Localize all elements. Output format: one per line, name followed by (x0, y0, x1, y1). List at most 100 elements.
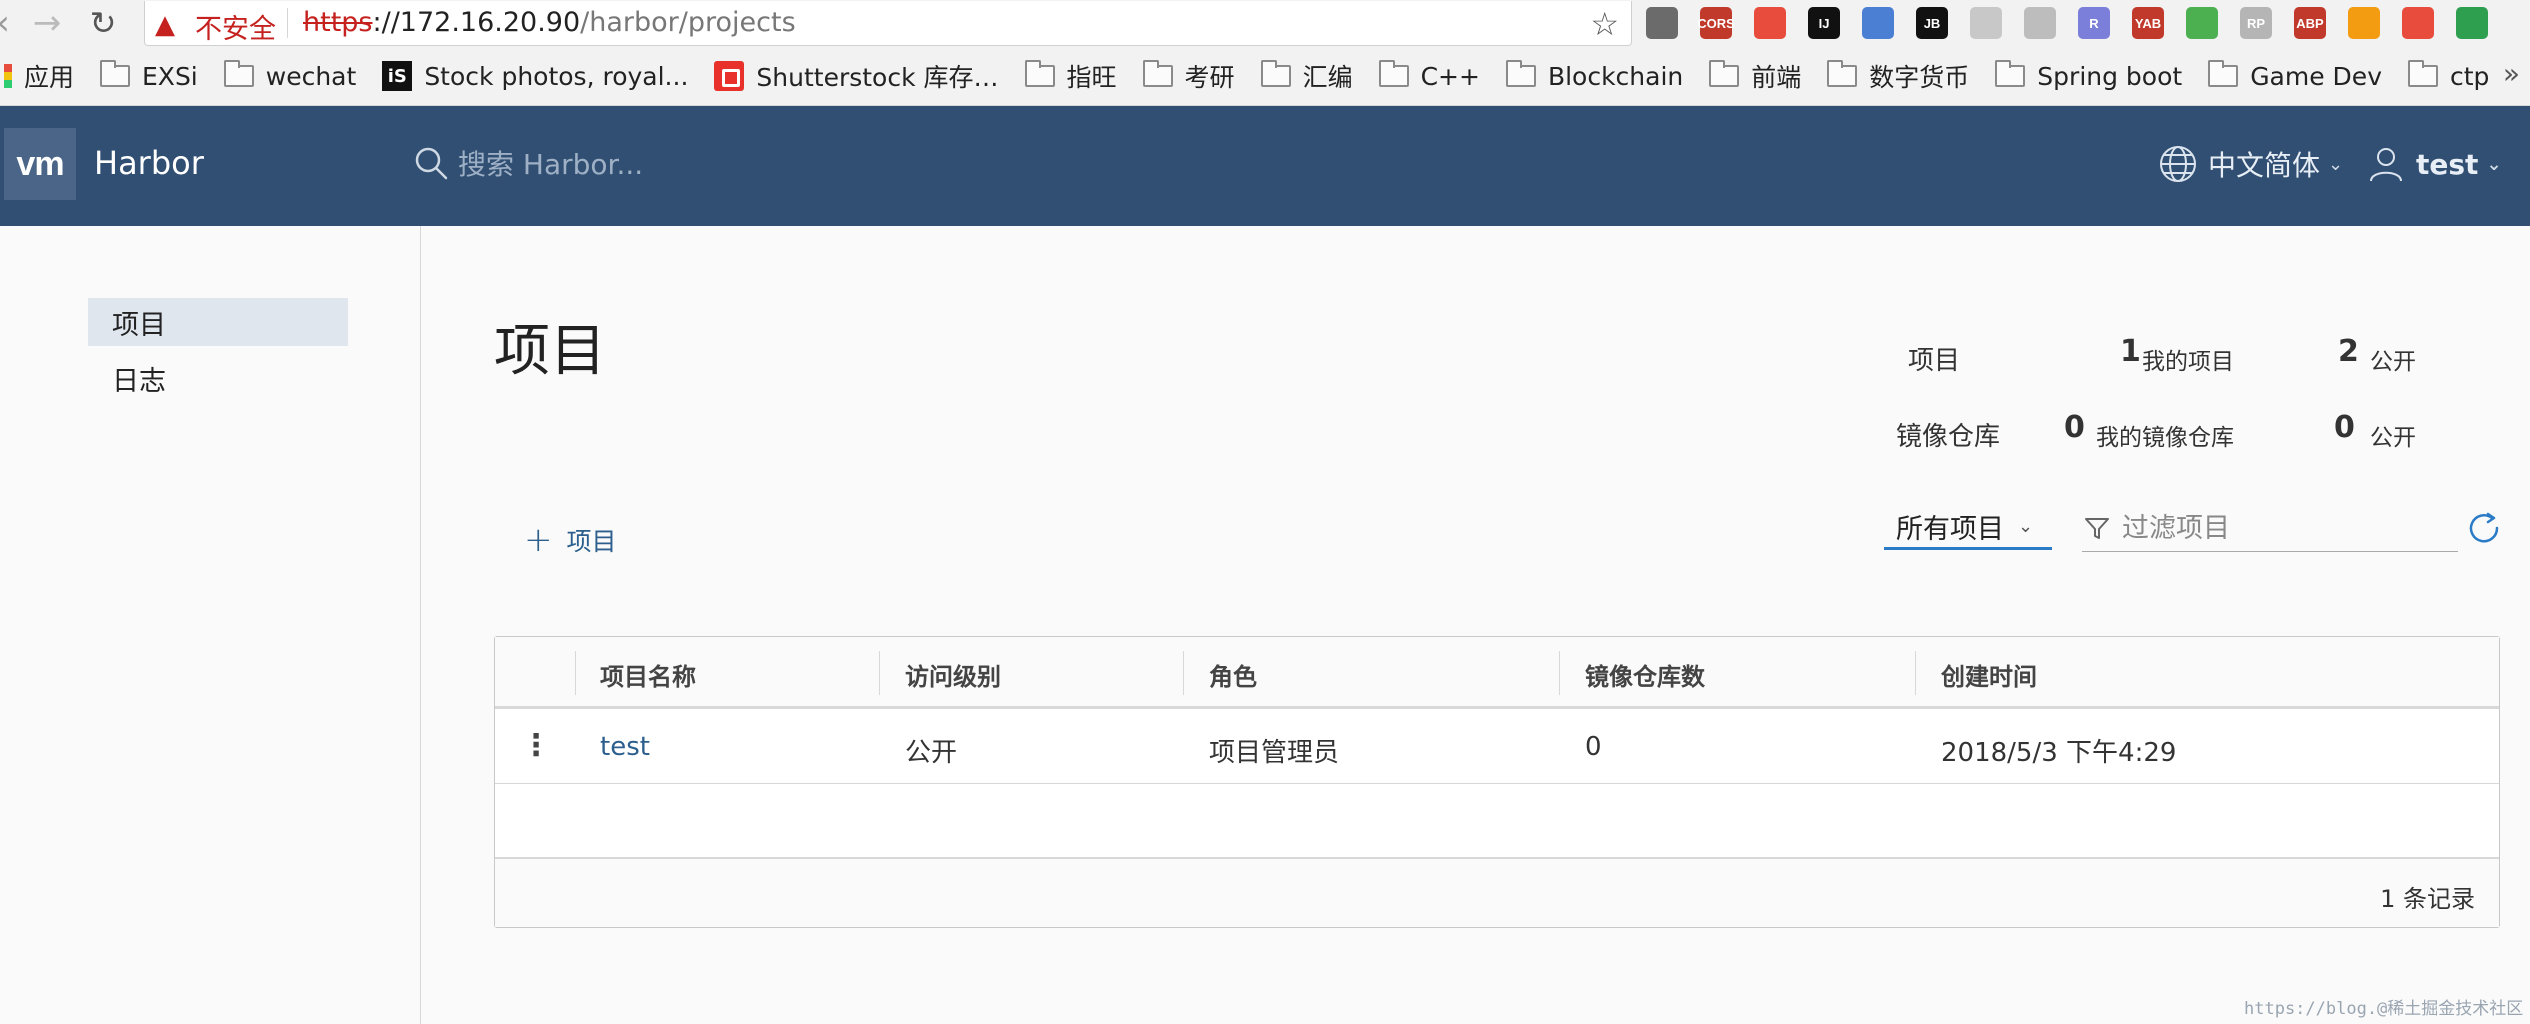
bookmark-blockchain[interactable]: Blockchain (1505, 56, 1684, 96)
bookmarks-list: 应用 EXSi wechat iS Stock photos, royal... Shut… (4, 56, 2515, 96)
bookmark-label: Stock photos, royal... (424, 61, 689, 91)
shield-ext-icon[interactable] (2186, 7, 2218, 39)
bookmark-label: 前端 (1751, 63, 1802, 92)
column-header-access[interactable]: 访问级别 (905, 657, 1001, 692)
warning-icon[interactable]: ▲ (155, 10, 175, 40)
user-icon (2370, 148, 2402, 182)
sidebar-item-label: 日志 (112, 365, 166, 397)
project-filter-input[interactable] (2122, 513, 2442, 544)
bookmark-star-icon[interactable]: ☆ (1590, 5, 1619, 43)
username: test (2416, 147, 2479, 181)
column-divider (1915, 651, 1916, 695)
bookmark-label: 数字货币 (1869, 63, 1970, 92)
folder-icon (1995, 60, 2026, 87)
bookmark-label: C++ (1420, 61, 1480, 91)
sidebar-item-projects[interactable]: 项目 (88, 298, 348, 346)
drop-ext-icon[interactable] (2024, 7, 2056, 39)
folder-icon (1505, 60, 1536, 87)
bookmark-shutterstock[interactable]: Shutterstock 库存… (714, 56, 999, 96)
bookmark-crypto[interactable]: 数字货币 (1827, 56, 1969, 96)
folder-icon (100, 60, 131, 87)
url-text[interactable]: https://172.16.20.90/harbor/projects (303, 7, 796, 38)
sidebar-item-logs[interactable]: 日志 (88, 354, 348, 402)
watermark: https://blog.@稀土掘金技术社区 (2244, 999, 2524, 1019)
magnifier-ext-icon[interactable] (1970, 7, 2002, 39)
app-title[interactable]: Harbor (94, 144, 204, 182)
folder-icon (1024, 60, 1055, 87)
stat-my-projects-count: 1 (2120, 334, 2141, 369)
stat-public-repos-label: 公开 (2370, 425, 2416, 451)
projects-table: 项目名称 访问级别 角色 镜像仓库数 创建时间 ⋮ test 公开 项目管理员 … (494, 636, 2500, 928)
folder-icon (223, 60, 254, 87)
folder-icon (1378, 60, 1409, 87)
filter-icon (2085, 517, 2109, 539)
bookmark-game-dev[interactable]: Game Dev (2208, 56, 2382, 96)
search-icon (415, 147, 448, 180)
stat-my-repos-label: 我的镜像仓库 (2096, 425, 2234, 451)
more-bookmarks-icon[interactable]: » (2503, 57, 2520, 90)
bookmark-label: 考研 (1184, 63, 1235, 92)
folder-icon (1142, 60, 1173, 87)
bookmark-zhiwang[interactable]: 指旺 (1024, 56, 1117, 96)
bookmark-label: Shutterstock 库存… (756, 63, 999, 92)
cors-ext-icon[interactable]: CORS (1697, 7, 1735, 39)
page-title: 项目 (494, 319, 606, 384)
bookmark-spring-boot[interactable]: Spring boot (1995, 56, 2182, 96)
column-header-repo-count[interactable]: 镜像仓库数 (1585, 657, 1705, 692)
bookmark-label: Blockchain (1547, 61, 1684, 91)
code-ext-icon[interactable] (1862, 7, 1894, 39)
settings-ext-icon[interactable] (1646, 7, 1678, 39)
folder-icon (1260, 60, 1291, 87)
project-filter-select[interactable]: 所有项目 ⌄ (1884, 506, 2052, 550)
bookmark-wechat[interactable]: wechat (223, 56, 356, 96)
stat-my-projects-label: 我的项目 (2142, 349, 2234, 375)
bookmark-huibian[interactable]: 汇编 (1260, 56, 1353, 96)
sidebar-item-label: 项目 (112, 309, 166, 341)
app-header: vm Harbor 中文简体 ⌄ test ⌄ (0, 106, 2530, 226)
user-menu[interactable]: test ⌄ (2366, 142, 2502, 186)
column-header-role[interactable]: 角色 (1209, 657, 1257, 692)
refresh-icon[interactable] (2466, 510, 2502, 546)
reload-icon[interactable]: ↻ (86, 6, 120, 40)
r-ext-icon[interactable]: R (2078, 7, 2110, 39)
address-bar[interactable]: ▲ 不安全 https://172.16.20.90/harbor/projec… (144, 1, 1632, 46)
global-search-input[interactable] (458, 142, 958, 186)
column-header-created[interactable]: 创建时间 (1941, 657, 2037, 692)
security-label[interactable]: 不安全 (195, 7, 276, 46)
bookmark-stock-photos[interactable]: iS Stock photos, royal... (382, 56, 688, 96)
project-access: 公开 (905, 738, 958, 768)
column-divider (879, 651, 880, 695)
globe-icon (2160, 146, 2196, 182)
add-project-button[interactable]: + 项目 (524, 520, 617, 560)
column-divider (1559, 651, 1560, 695)
bookmark-qianduan[interactable]: 前端 (1709, 56, 1801, 96)
row-actions-icon[interactable]: ⋮ (521, 728, 551, 763)
trash-ext-icon[interactable] (1754, 7, 1786, 39)
rp-ext-icon[interactable]: RP (2240, 7, 2272, 39)
jb-ext-icon[interactable]: JB (1916, 7, 1948, 39)
folder-icon (1827, 60, 1858, 87)
bookmark-ctp[interactable]: ctp (2408, 56, 2489, 96)
forward-arrow-icon[interactable]: → (30, 6, 64, 40)
abp-ext-icon[interactable]: ABP (2294, 7, 2326, 39)
bookmark-kaoyan[interactable]: 考研 (1142, 56, 1235, 96)
column-header-name[interactable]: 项目名称 (600, 657, 696, 692)
project-role: 项目管理员 (1209, 738, 1340, 768)
fox-ext-icon[interactable] (2348, 7, 2380, 39)
bookmark-apps[interactable]: 应用 (4, 56, 74, 96)
bookmark-exsi[interactable]: EXSi (100, 56, 198, 96)
bookmark-cpp[interactable]: C++ (1378, 56, 1480, 96)
ij-ext-icon[interactable]: IJ (1808, 7, 1840, 39)
update-ext-icon[interactable] (2456, 7, 2488, 39)
project-filter-field[interactable] (2082, 506, 2458, 552)
stat-public-projects-count: 2 (2338, 334, 2359, 369)
back-arrow-icon[interactable]: ‹ (0, 6, 20, 40)
yab-ext-icon[interactable]: YAB (2132, 7, 2164, 39)
language-menu[interactable]: 中文简体 ⌄ (2158, 142, 2343, 186)
project-name-link[interactable]: test (600, 732, 650, 762)
chevron-down-icon: ⌄ (2328, 153, 2344, 175)
vmware-logo[interactable]: vm (4, 128, 76, 200)
stat-my-repos-count: 0 (2064, 410, 2085, 445)
table-row: ⋮ test 公开 项目管理员 0 2018/5/3 下午4:29 (495, 712, 2499, 784)
rocket-ext-icon[interactable] (2402, 7, 2434, 39)
